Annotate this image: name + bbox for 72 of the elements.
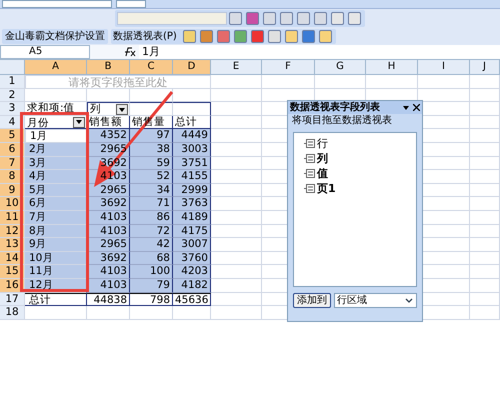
row-label-cell: 5月 [25, 184, 87, 198]
value-cell: 2999 [173, 184, 211, 198]
value-cell: 4175 [173, 224, 211, 238]
column-letter[interactable]: F [262, 60, 315, 75]
value-cell: 72 [130, 224, 173, 238]
value-cell: 4103 [87, 265, 130, 279]
row-number[interactable]: 18 [0, 306, 25, 320]
row-label-cell: 6月 [25, 197, 87, 211]
row-label-cell: 9月 [25, 238, 87, 252]
column-letter[interactable]: H [366, 60, 418, 75]
row-label-cell: 2月 [25, 142, 87, 157]
row-label-cell: 10月 [25, 252, 87, 266]
value-cell: 38 [130, 142, 173, 157]
value-cell: 4203 [173, 265, 211, 279]
value-cell: 4449 [173, 129, 211, 143]
row-label-cell: 3月 [25, 156, 87, 170]
formula-field[interactable]: 1月 [139, 45, 500, 59]
total-cell: 44838 [87, 292, 130, 306]
value-cell: 3007 [173, 238, 211, 252]
column-letter[interactable]: I [418, 60, 470, 75]
value-cell: 79 [130, 278, 173, 292]
tree-item[interactable]: 行 [317, 137, 328, 150]
row-number[interactable]: 2 [0, 88, 25, 102]
value-cell: 97 [130, 129, 173, 143]
value-cell: 71 [130, 197, 173, 211]
value-cell: 3760 [173, 252, 211, 266]
column-letter[interactable]: E [211, 60, 262, 75]
row-label-cell: 8月 [25, 224, 87, 238]
value-cell: 4155 [173, 170, 211, 184]
column-letter[interactable]: J [470, 60, 500, 75]
panel-hint: 将项目拖至数据透视表 [291, 114, 393, 128]
row-label-cell: 7月 [25, 210, 87, 225]
row-number[interactable]: 1 [0, 75, 25, 89]
value-cell: 2965 [87, 238, 130, 252]
value-cell: 68 [130, 252, 173, 266]
column-letter[interactable]: C [130, 60, 173, 75]
column-letter[interactable]: D [173, 60, 211, 75]
column-field-button[interactable]: 列 [87, 102, 130, 116]
value-cell: 52 [130, 170, 173, 184]
column-letter[interactable]: G [315, 60, 366, 75]
column-letter[interactable]: B [87, 60, 130, 75]
total-cell: 798 [130, 292, 173, 306]
name-box[interactable]: A5 [0, 45, 90, 59]
row-number[interactable]: 17 [0, 292, 25, 306]
value-cell: 4352 [87, 129, 130, 143]
row-number[interactable]: 3 [0, 102, 25, 116]
value-cell: 100 [130, 265, 173, 279]
value-cell: 3751 [173, 156, 211, 170]
total-cell: 45636 [173, 292, 211, 306]
value-cell: 3692 [87, 197, 130, 211]
value-cell: 4182 [173, 278, 211, 292]
value-cell: 42 [130, 238, 173, 252]
row-label-cell: 11月 [25, 265, 87, 279]
panel-title: 数据透视表字段列表 [290, 102, 381, 114]
column-letter[interactable]: A [25, 60, 87, 75]
value-cell: 34 [130, 184, 173, 198]
total-label-cell: 总计 [25, 292, 87, 306]
tree-item[interactable]: 列 [317, 152, 328, 165]
value-cell: 59 [130, 156, 173, 170]
data-field-label: 求和项:值 [25, 102, 87, 116]
tree-item[interactable]: 值 [317, 167, 328, 180]
value-cell: 86 [130, 210, 173, 225]
row-label-cell: 1月 [25, 129, 87, 143]
value-cell: 3003 [173, 142, 211, 157]
add-to-button[interactable]: 添加到 [293, 293, 331, 308]
value-cell: 4189 [173, 210, 211, 225]
protect-settings-button[interactable]: 金山毒霸文档保护设置 [2, 29, 108, 44]
tree-item[interactable]: 页1 [317, 182, 336, 195]
row-label-cell: 4月 [25, 170, 87, 184]
value-cell: 3763 [173, 197, 211, 211]
area-select[interactable]: 行区域 [334, 293, 417, 308]
page-field-drop-area: 请将页字段拖至此处 [25, 75, 211, 89]
